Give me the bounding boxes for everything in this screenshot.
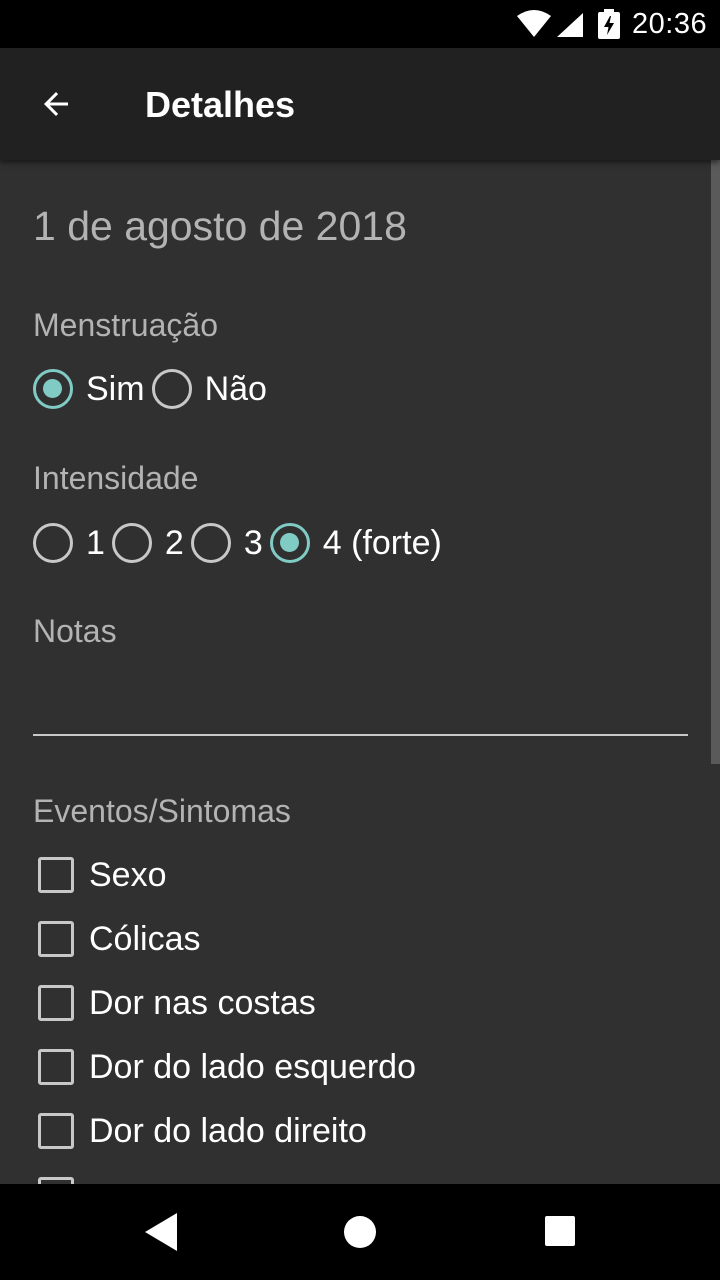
entry-date: 1 de agosto de 2018 (33, 203, 407, 249)
radio-intensity-3[interactable]: 3 (190, 523, 263, 563)
radio-label: Sim (86, 370, 145, 408)
status-bar: 20:36 (0, 0, 720, 48)
checkbox-unchecked-icon (38, 1113, 74, 1149)
menstruation-label: Menstruação (33, 307, 218, 343)
radio-label: 1 (86, 524, 105, 562)
system-nav-bar (0, 1184, 720, 1280)
nav-recents-icon[interactable] (545, 1216, 575, 1246)
arrow-back-icon (44, 92, 68, 116)
radio-menstruation-yes[interactable]: Sim (33, 369, 145, 409)
details-form[interactable]: 1 de agosto de 2018 Menstruação Sim Não … (0, 160, 720, 1184)
back-button[interactable] (24, 72, 88, 136)
checkbox-unchecked-icon (38, 1049, 74, 1085)
checkbox-dor-costas[interactable]: Dor nas costas (38, 979, 316, 1027)
battery-charging-icon (598, 9, 620, 39)
checkbox-unchecked-icon (38, 985, 74, 1021)
checkbox-label: Dor nas costas (89, 984, 316, 1022)
radio-intensity-1[interactable]: 1 (33, 523, 105, 563)
radio-intensity-4[interactable]: 4 (forte) (269, 523, 442, 563)
status-time: 20:36 (632, 8, 708, 40)
radio-unchecked-icon (111, 523, 152, 563)
radio-checked-icon (269, 523, 310, 563)
wifi-icon (517, 10, 551, 37)
radio-unchecked-icon (151, 369, 192, 409)
radio-menstruation-no[interactable]: Não (151, 369, 267, 409)
checkbox-label: Sexo (89, 856, 167, 894)
scrollbar[interactable] (711, 160, 720, 764)
page-title: Detalhes (145, 84, 296, 125)
radio-intensity-2[interactable]: 2 (111, 523, 184, 563)
checkbox-unchecked-icon (38, 1177, 74, 1184)
notes-input[interactable] (33, 670, 688, 732)
nav-back-icon[interactable] (144, 1212, 178, 1252)
nav-home-icon[interactable] (344, 1216, 376, 1248)
notes-input-underline (33, 734, 688, 736)
checkbox-label: Cólicas (89, 920, 201, 958)
checkbox-dor-lado-direito[interactable]: Dor do lado direito (38, 1107, 367, 1155)
intensity-radio-group: 1 2 3 4 (forte) (33, 519, 449, 567)
radio-checked-icon (33, 369, 73, 409)
app-bar: Detalhes (0, 48, 720, 160)
checkbox-unchecked-icon (38, 921, 74, 957)
radio-unchecked-icon (190, 523, 231, 563)
radio-unchecked-icon (33, 523, 73, 563)
intensity-label: Intensidade (33, 460, 199, 496)
radio-label: 2 (164, 524, 184, 562)
checkbox-partial[interactable] (38, 1171, 74, 1184)
checkbox-colicas[interactable]: Cólicas (38, 915, 200, 963)
checkbox-label: Dor do lado direito (89, 1112, 367, 1150)
events-label: Eventos/Sintomas (33, 793, 291, 829)
cell-signal-icon (557, 13, 583, 37)
radio-label: 3 (243, 524, 263, 562)
checkbox-dor-lado-esquerdo[interactable]: Dor do lado esquerdo (38, 1043, 416, 1091)
menstruation-radio-group: Sim Não (33, 365, 274, 413)
checkbox-label: Dor do lado esquerdo (89, 1048, 417, 1086)
radio-label: 4 (forte) (322, 524, 442, 562)
notes-label: Notas (33, 613, 117, 649)
radio-label: Não (204, 370, 267, 408)
checkbox-sexo[interactable]: Sexo (38, 851, 167, 899)
checkbox-unchecked-icon (38, 857, 74, 893)
